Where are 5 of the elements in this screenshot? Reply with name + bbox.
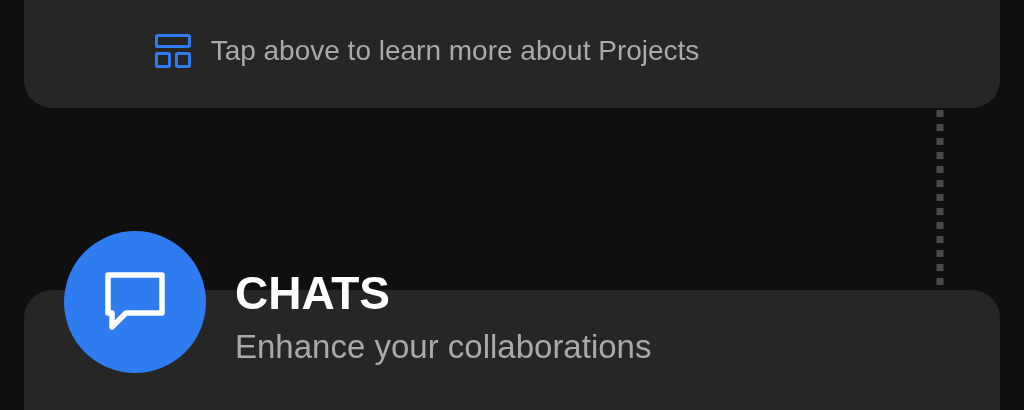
hint-text: Tap above to learn more about Projects — [210, 34, 701, 68]
layout-icon — [154, 34, 191, 68]
section-title: CHATS — [235, 266, 391, 320]
section-subtitle: Enhance your collaborations — [235, 327, 652, 367]
projects-card[interactable]: Tap above to learn more about Projects — [24, 0, 1000, 108]
